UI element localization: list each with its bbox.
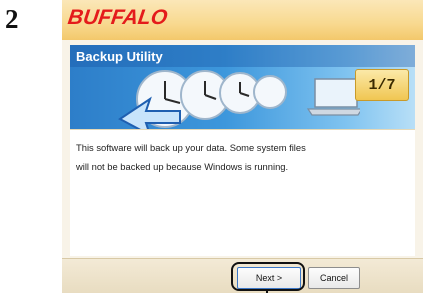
window-header: BUFFALO — [62, 0, 423, 40]
clocks-illustration — [118, 70, 360, 129]
message-line-2: will not be backed up because Windows is… — [76, 161, 289, 172]
next-button-callout — [231, 262, 305, 291]
message-text: This software will back up your data. So… — [76, 138, 406, 176]
callout-leader-line — [266, 289, 268, 293]
cancel-button[interactable]: Cancel — [308, 267, 360, 289]
buffalo-logo: BUFFALO — [66, 6, 169, 29]
step-indicator-badge: 1/7 — [355, 69, 409, 101]
banner: Backup Utility 1/7 — [70, 45, 415, 129]
installer-window: BUFFALO Backup Utility 1/7 This software… — [62, 0, 423, 293]
laptop-icon — [306, 78, 360, 116]
message-panel: This software will back up your data. So… — [70, 129, 415, 256]
step-number: 2 — [5, 4, 19, 34]
message-line-1: This software will back up your data. So… — [76, 142, 306, 153]
